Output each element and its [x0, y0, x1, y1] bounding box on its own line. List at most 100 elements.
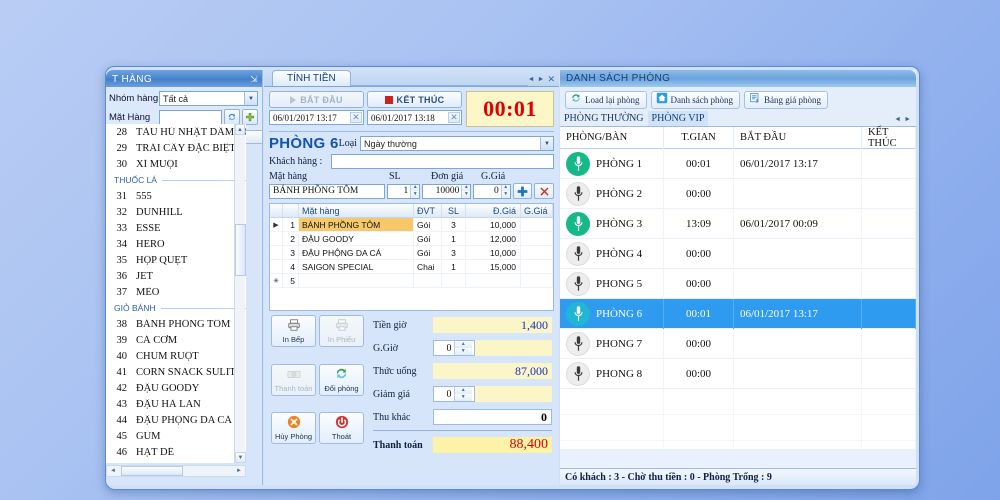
scroll-right-icon[interactable]: ►: [233, 468, 245, 474]
list-item[interactable]: 30 XÍ MUỘI: [106, 156, 246, 172]
room-row[interactable]: PHONG 8 00:00: [560, 358, 916, 389]
rate-type-label: Loại: [338, 138, 357, 149]
items-list[interactable]: 28 TÀU HỦ NHẬT DẦM BỔN 29 TRÁI CÂY ĐẶC BIỆT…: [106, 124, 246, 463]
list-item[interactable]: 46 HẠT DẺ: [106, 444, 246, 460]
group-filter-select[interactable]: Tất cả ▼: [159, 91, 258, 106]
room-cell-end: [862, 298, 916, 329]
list-item[interactable]: 34 HERO: [106, 236, 246, 252]
total-value[interactable]: 0: [433, 409, 552, 425]
table-row[interactable]: 3 ĐẬU PHỘNG DA CÁ Gói 3 10,000: [270, 246, 553, 260]
customer-input[interactable]: [331, 154, 554, 169]
list-item[interactable]: 37 MÈO: [106, 284, 246, 300]
list-item-no: 40: [116, 350, 128, 362]
total-stepper[interactable]: 0 ▲ ▼: [433, 386, 475, 402]
room-row[interactable]: PHÒNG 6 00:01 06/01/2017 13:17: [560, 298, 916, 329]
in-b-p-button[interactable]: In Bếp: [271, 315, 316, 347]
order-grid[interactable]: Mặt hàng ĐVT SL Đ.Giá G.Giá ▶ 1 BÁNH PHỒNG…: [269, 203, 554, 311]
room-tab-prev-icon[interactable]: ◄: [894, 115, 901, 123]
start-datetime-clear-icon[interactable]: ✕: [350, 112, 362, 123]
room-row[interactable]: PHÒNG 3 13:09 06/01/2017 00:09: [560, 208, 916, 239]
chevron-down-icon[interactable]: ▼: [540, 137, 553, 150]
plus-icon[interactable]: [242, 109, 258, 125]
room-row[interactable]: PHONG 5 00:00: [560, 268, 916, 299]
add-item-button[interactable]: [512, 183, 533, 199]
room-cell-name: PHONG 8: [560, 358, 664, 389]
total-row: Thu khác 0: [373, 407, 552, 427]
tab-prev-icon[interactable]: ◄: [528, 76, 535, 83]
list-item[interactable]: 45 GUM: [106, 428, 246, 444]
items-list-horizontal-scrollbar[interactable]: ◄ ►: [106, 465, 246, 477]
tho-t-button[interactable]: Thoát: [319, 412, 364, 445]
delete-item-button[interactable]: [534, 183, 554, 199]
stop-button[interactable]: KẾT THÚC: [367, 91, 462, 108]
scroll-up-icon[interactable]: ▲: [235, 124, 245, 135]
room-pricelist-button[interactable]: $ Bảng giá phòng: [744, 90, 828, 109]
room-row[interactable]: PHONG 7 00:00: [560, 328, 916, 359]
scroll-down-icon[interactable]: ▼: [235, 452, 246, 463]
list-item[interactable]: 29 TRÁI CÂY ĐẶC BIỆT: [106, 140, 246, 156]
cash-icon: [286, 367, 301, 383]
item-search-input[interactable]: [159, 109, 222, 125]
scroll-thumb-horizontal[interactable]: [121, 466, 183, 476]
tab-tinh-tien[interactable]: TÍNH TIỀN: [272, 70, 351, 86]
table-row[interactable]: 4 SAIGON SPECIAL Chai 1 15,000: [270, 260, 553, 274]
list-item[interactable]: 35 HỘP QUẸT: [106, 252, 246, 268]
room-cell-start: 06/01/2017 13:17: [734, 298, 862, 329]
list-item[interactable]: 44 ĐẬU PHỘNG DA CÁ: [106, 412, 246, 428]
list-item[interactable]: 38 BÁNH PHỒNG TÔM: [106, 316, 246, 332]
list-item[interactable]: 39 CÁ CƠM: [106, 332, 246, 348]
items-list-vertical-scrollbar[interactable]: ▲ ▼: [234, 124, 246, 463]
room-cell-start: [734, 268, 862, 299]
room-table-body[interactable]: PHÒNG 1 00:01 06/01/2017 13:17 PHÒNG 2 00:00…: [560, 149, 916, 449]
order-grid-body[interactable]: ▶ 1 BÁNH PHỒNG TÔM Gói 3 10,000 2 ĐẬU GOODY Gói 1…: [270, 218, 553, 288]
entry-disc-stepper[interactable]: 0 ▲ ▼: [473, 183, 511, 199]
stepper-arrows[interactable]: ▲ ▼: [500, 184, 510, 198]
start-datetime-field[interactable]: 06/01/2017 13:17 ✕: [269, 110, 364, 125]
list-item[interactable]: 42 ĐẬU GOODY: [106, 380, 246, 396]
list-item[interactable]: 33 ESSE: [106, 220, 246, 236]
room-cell-start: 06/01/2017 13:17: [734, 149, 862, 179]
start-button-label: BẮT ĐẦU: [300, 94, 343, 105]
room-cell-elapsed: 00:00: [664, 178, 734, 209]
scroll-left-icon[interactable]: ◄: [107, 468, 119, 474]
total-stepper[interactable]: 0 ▲ ▼: [433, 340, 475, 356]
reload-rooms-button[interactable]: Load lại phòng: [565, 90, 647, 109]
list-item[interactable]: 32 DUNHILL: [106, 204, 246, 220]
stepper-arrows[interactable]: ▲ ▼: [461, 184, 471, 198]
chevron-down-icon[interactable]: ▼: [244, 92, 257, 105]
table-row[interactable]: ▶ 1 BÁNH PHỒNG TÔM Gói 3 10,000: [270, 218, 553, 232]
list-item[interactable]: 43 ĐẬU HÀ LAN: [106, 396, 246, 412]
pin-icon[interactable]: ⇲: [250, 74, 258, 85]
entry-item-input[interactable]: BÁNH PHỒNG TÔM: [269, 183, 385, 199]
entry-qty-stepper[interactable]: 1 ▲ ▼: [386, 183, 421, 199]
stepper-arrows[interactable]: ▲ ▼: [410, 184, 420, 198]
room-tab-next-icon[interactable]: ►: [904, 115, 911, 123]
start-button[interactable]: BẮT ĐẦU: [269, 91, 364, 108]
room-row[interactable]: PHÒNG 4 00:00: [560, 238, 916, 269]
list-item[interactable]: 40 CHÙM RUỘT: [106, 348, 246, 364]
scroll-thumb[interactable]: [235, 224, 246, 276]
h-y-ph-ng-button[interactable]: Hủy Phòng: [271, 412, 316, 445]
stepper-arrows[interactable]: ▲ ▼: [453, 341, 475, 355]
tab-close-icon[interactable]: ✕: [547, 74, 555, 85]
table-row[interactable]: ✳ 5: [270, 274, 553, 288]
end-datetime-clear-icon[interactable]: ✕: [448, 112, 460, 123]
rate-type-select[interactable]: Ngày thường ▼: [359, 136, 554, 151]
refresh-icon[interactable]: [224, 109, 240, 125]
list-item[interactable]: 41 CORN SNACK SULIT: [106, 364, 246, 380]
table-row[interactable]: 2 ĐẬU GOODY Gói 1 12,000: [270, 232, 553, 246]
end-datetime-field[interactable]: 06/01/2017 13:18 ✕: [367, 110, 462, 125]
room-list-button[interactable]: Danh sách phòng: [650, 90, 740, 109]
list-item[interactable]: 31 555: [106, 188, 246, 204]
total-row: Tiền giờ 1,400: [373, 315, 552, 335]
list-item[interactable]: 36 JET: [106, 268, 246, 284]
i-ph-ng-button[interactable]: Đổi phòng: [319, 363, 364, 396]
stepper-arrows[interactable]: ▲ ▼: [453, 387, 475, 401]
tab-phong-vip[interactable]: PHÒNG VIP: [647, 111, 709, 126]
entry-price-stepper[interactable]: 10000 ▲ ▼: [422, 183, 472, 199]
room-row[interactable]: PHÒNG 2 00:00: [560, 178, 916, 209]
room-row[interactable]: PHÒNG 1 00:01 06/01/2017 13:17: [560, 149, 916, 179]
tab-phong-thuong[interactable]: PHÒNG THƯỜNG: [560, 111, 648, 126]
tab-next-icon[interactable]: ►: [538, 76, 545, 83]
list-item[interactable]: 28 TÀU HỦ NHẬT DẦM BỔN: [106, 124, 247, 140]
